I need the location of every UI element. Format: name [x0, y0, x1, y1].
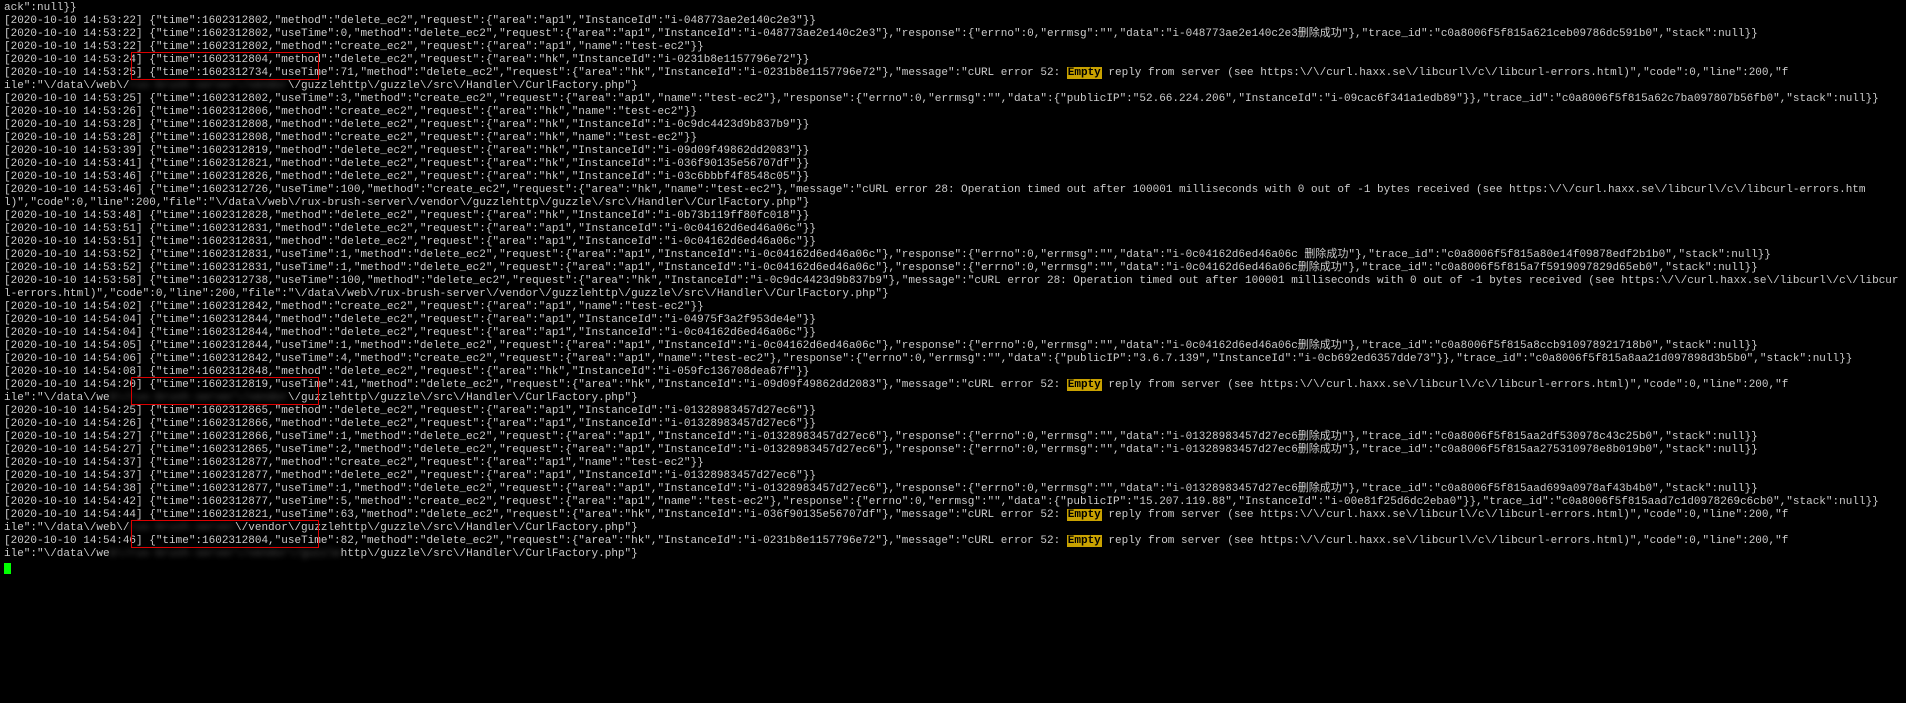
- log-line: [2020-10-10 14:53:46] {"time":1602312726…: [4, 184, 1902, 210]
- terminal-cursor: [4, 563, 11, 574]
- log-line: [2020-10-10 14:54:04] {"time":1602312844…: [4, 314, 1902, 327]
- search-highlight: Empty: [1067, 67, 1102, 79]
- log-line: [2020-10-10 14:54:42] {"time":1602312877…: [4, 496, 1902, 509]
- log-line: [2020-10-10 14:53:51] {"time":1602312831…: [4, 223, 1902, 236]
- log-line: [2020-10-10 14:53:52] {"time":1602312831…: [4, 249, 1902, 262]
- log-line: ile":"\/data\/web\/rux-brush-server\/ven…: [4, 80, 1902, 93]
- log-line: [2020-10-10 14:53:52] {"time":1602312831…: [4, 262, 1902, 275]
- log-line: [2020-10-10 14:53:58] {"time":1602312738…: [4, 275, 1902, 301]
- terminal-log-viewer[interactable]: ack":null}}[2020-10-10 14:53:22] {"time"…: [0, 0, 1906, 576]
- log-line: [2020-10-10 14:54:46] {"time":1602312804…: [4, 535, 1902, 548]
- log-line: [2020-10-10 14:54:25] {"time":1602312865…: [4, 405, 1902, 418]
- log-line: [2020-10-10 14:53:22] {"time":1602312802…: [4, 28, 1902, 41]
- log-line: [2020-10-10 14:54:05] {"time":1602312844…: [4, 340, 1902, 353]
- log-line: [2020-10-10 14:54:06] {"time":1602312842…: [4, 353, 1902, 366]
- log-line: [2020-10-10 14:53:39] {"time":1602312819…: [4, 145, 1902, 158]
- log-line: ile":"\/data\/web\/rux-brush-server\/ven…: [4, 522, 1902, 535]
- log-line: [2020-10-10 14:53:24] {"time":1602312804…: [4, 54, 1902, 67]
- log-line: ile":"\/data\/web\/rux-brush-server\/ven…: [4, 392, 1902, 405]
- log-line: [2020-10-10 14:54:37] {"time":1602312877…: [4, 457, 1902, 470]
- log-line: [2020-10-10 14:54:08] {"time":1602312848…: [4, 366, 1902, 379]
- log-line: [2020-10-10 14:53:41] {"time":1602312821…: [4, 158, 1902, 171]
- log-line: [2020-10-10 14:53:48] {"time":1602312828…: [4, 210, 1902, 223]
- log-output: ack":null}}[2020-10-10 14:53:22] {"time"…: [0, 0, 1906, 576]
- log-line: [2020-10-10 14:53:22] {"time":1602312802…: [4, 41, 1902, 54]
- log-line: ile":"\/data\/web\/rux-brush-server\/ven…: [4, 548, 1902, 561]
- log-line: [2020-10-10 14:53:22] {"time":1602312802…: [4, 15, 1902, 28]
- log-line: [2020-10-10 14:54:27] {"time":1602312866…: [4, 431, 1902, 444]
- log-line: [2020-10-10 14:53:25] {"time":1602312734…: [4, 67, 1902, 80]
- search-highlight: Empty: [1067, 379, 1102, 391]
- log-line: [2020-10-10 14:54:26] {"time":1602312866…: [4, 418, 1902, 431]
- log-line: [2020-10-10 14:54:02] {"time":1602312842…: [4, 301, 1902, 314]
- cursor-line: [4, 561, 1902, 574]
- search-highlight: Empty: [1067, 509, 1102, 521]
- log-line: [2020-10-10 14:53:28] {"time":1602312808…: [4, 132, 1902, 145]
- log-line: [2020-10-10 14:53:51] {"time":1602312831…: [4, 236, 1902, 249]
- log-line: [2020-10-10 14:54:44] {"time":1602312821…: [4, 509, 1902, 522]
- log-line: ack":null}}: [4, 2, 1902, 15]
- log-line: [2020-10-10 14:53:46] {"time":1602312826…: [4, 171, 1902, 184]
- log-line: [2020-10-10 14:54:37] {"time":1602312877…: [4, 470, 1902, 483]
- search-highlight: Empty: [1067, 535, 1102, 547]
- log-line: [2020-10-10 14:54:04] {"time":1602312844…: [4, 327, 1902, 340]
- log-line: [2020-10-10 14:54:38] {"time":1602312877…: [4, 483, 1902, 496]
- log-line: [2020-10-10 14:54:27] {"time":1602312865…: [4, 444, 1902, 457]
- log-line: [2020-10-10 14:53:25] {"time":1602312802…: [4, 93, 1902, 106]
- log-line: [2020-10-10 14:54:20] {"time":1602312819…: [4, 379, 1902, 392]
- log-line: [2020-10-10 14:53:26] {"time":1602312806…: [4, 106, 1902, 119]
- log-line: [2020-10-10 14:53:28] {"time":1602312808…: [4, 119, 1902, 132]
